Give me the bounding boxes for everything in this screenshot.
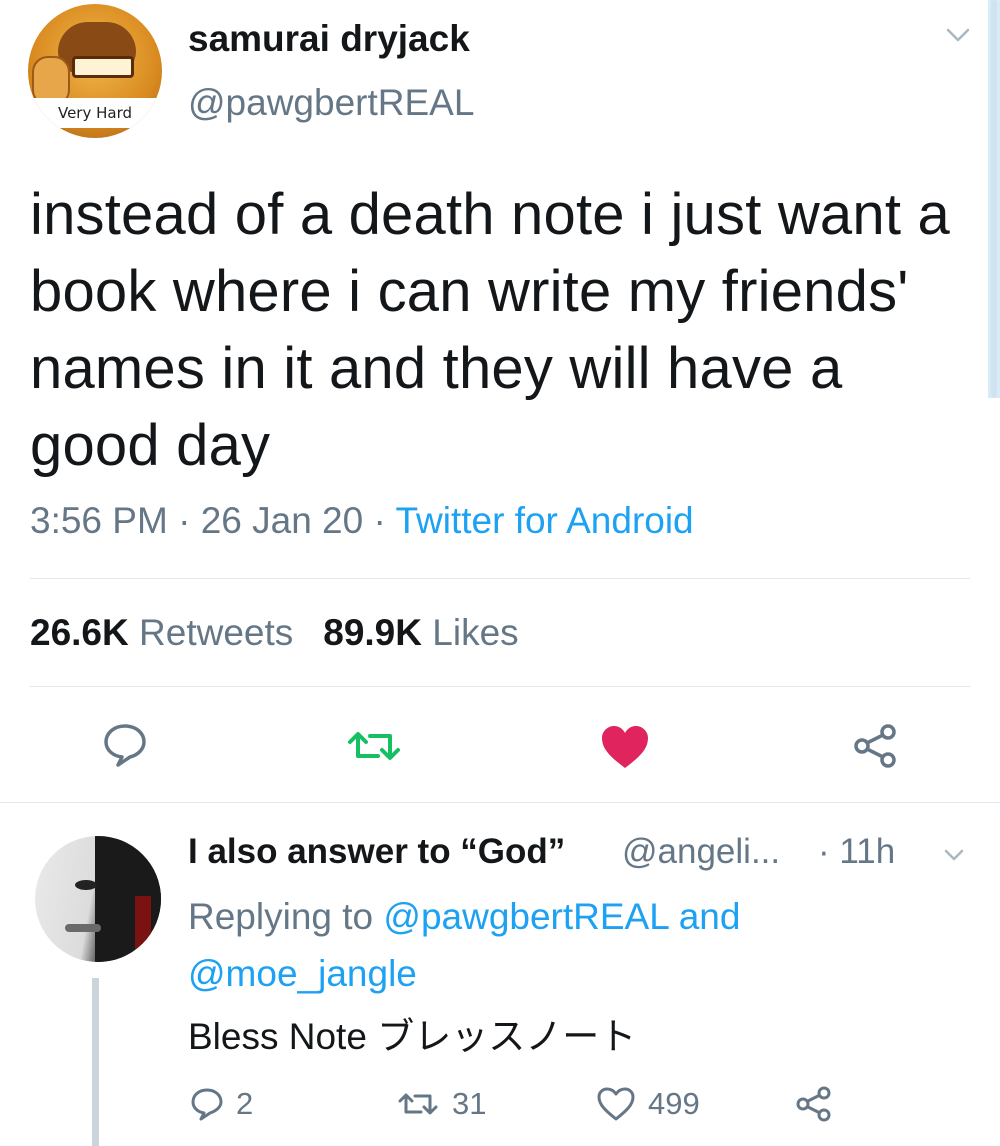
retweets-stat[interactable]: 26.6K Retweets	[30, 612, 293, 653]
reply-button[interactable]	[102, 722, 148, 768]
retweets-label: Retweets	[139, 612, 294, 653]
reply-like-button[interactable]: 499	[596, 1082, 700, 1126]
like-button[interactable]	[600, 724, 650, 770]
reply-author-handle[interactable]: @angeli...	[622, 832, 780, 872]
avatar-eye	[75, 880, 97, 890]
speech-bubble-icon	[191, 1088, 223, 1121]
reply-timestamp[interactable]: · 11h	[818, 832, 895, 872]
share-button[interactable]	[852, 722, 900, 770]
reply-author-avatar[interactable]	[35, 836, 161, 962]
mention-link[interactable]: @moe_jangle	[188, 953, 417, 994]
tweet-time: 3:56 PM	[30, 500, 168, 541]
meta-separator: ·	[373, 500, 386, 541]
tweet-meta: 3:56 PM · 26 Jan 20 · Twitter for Androi…	[30, 500, 694, 542]
likes-label: Likes	[432, 612, 519, 653]
tweet-stats: 26.6K Retweets 89.9K Likes	[30, 612, 519, 654]
reply-text: Bless Note ブレッスノート	[188, 1016, 637, 1057]
thread-line	[92, 978, 99, 1146]
reply-retweet-button[interactable]: 31	[396, 1082, 486, 1126]
author-handle[interactable]: @pawgbertREAL	[188, 82, 474, 124]
avatar-teeth	[72, 56, 134, 78]
divider	[30, 578, 970, 579]
tweet-date: 26 Jan 20	[200, 500, 364, 541]
author-display-name[interactable]: samurai dryjack	[188, 18, 470, 60]
reply-count: 2	[236, 1086, 254, 1121]
reply-retweet-count: 31	[452, 1086, 487, 1121]
divider	[30, 686, 970, 687]
reply-author-display-name[interactable]: I also answer to “God”	[188, 832, 565, 872]
author-avatar[interactable]: Very Hard	[28, 4, 162, 138]
retweets-count: 26.6K	[30, 612, 129, 653]
chevron-down-icon[interactable]	[945, 26, 971, 44]
avatar-hair	[95, 836, 161, 962]
tweet-text: instead of a death note i just want a bo…	[30, 182, 950, 478]
avatar-mouth	[65, 924, 101, 932]
meta-separator: ·	[178, 500, 191, 541]
chevron-down-icon[interactable]	[944, 848, 964, 862]
replying-and: and	[678, 896, 741, 937]
mention-link[interactable]: @pawgbertREAL	[383, 896, 668, 937]
avatar-accent	[135, 896, 151, 956]
avatar-caption: Very Hard	[34, 98, 156, 128]
divider	[0, 802, 1000, 803]
retweet-button[interactable]	[344, 726, 404, 766]
reply-share-button[interactable]	[794, 1082, 846, 1126]
scrollbar[interactable]	[988, 0, 1000, 398]
replying-to: Replying to @pawgbertREAL and @moe_jangl…	[188, 888, 868, 1002]
likes-count: 89.9K	[323, 612, 422, 653]
reply-reply-button[interactable]: 2	[190, 1082, 253, 1126]
reply-like-count: 499	[648, 1086, 700, 1121]
retweet-icon	[398, 1093, 438, 1115]
heart-outline-icon	[597, 1087, 635, 1121]
likes-stat[interactable]: 89.9K Likes	[323, 612, 518, 653]
replying-prefix: Replying to	[188, 896, 374, 937]
tweet-source-link[interactable]: Twitter for Android	[395, 500, 693, 541]
share-icon	[796, 1086, 831, 1122]
